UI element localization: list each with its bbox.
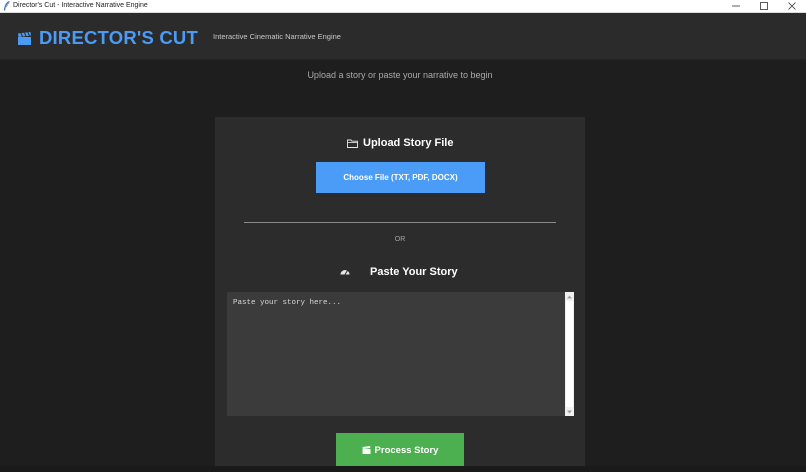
app-tagline: Interactive Cinematic Narrative Engine [213,32,341,41]
app-header: DIRECTOR'S CUT Interactive Cinematic Nar… [0,13,806,60]
divider [244,222,556,223]
page-subtitle: Upload a story or paste your narrative t… [307,70,493,80]
textarea-scrollbar[interactable] [565,292,574,416]
meter-icon [340,270,350,275]
scroll-up-arrow-icon [567,295,572,298]
app-feather-icon [3,1,10,11]
maximize-icon [760,2,768,10]
scroll-thumb[interactable] [566,301,573,407]
story-textarea-container [227,292,574,416]
close-icon [788,2,796,10]
minimize-icon [732,5,740,7]
clapperboard-icon [362,446,371,454]
story-textarea[interactable] [227,292,565,416]
scroll-down-button[interactable] [565,407,574,416]
clapperboard-icon [18,32,31,45]
minimize-button[interactable] [722,0,750,12]
app-brand: DIRECTOR'S CUT [39,27,198,48]
maximize-button[interactable] [750,0,778,12]
bottom-edge [0,466,806,472]
paste-heading: Paste Your Story [370,266,458,278]
close-button[interactable] [778,0,806,12]
story-input-card: Upload Story File Choose File (TXT, PDF,… [215,117,585,472]
choose-file-button[interactable]: Choose File (TXT, PDF, DOCX) [316,162,485,193]
process-story-button[interactable]: Process Story [336,433,464,467]
or-separator: OR [394,236,406,243]
folder-icon [347,139,358,148]
scroll-down-arrow-icon [567,410,572,413]
process-story-label: Process Story [374,444,439,456]
scroll-up-button[interactable] [565,292,574,301]
window-titlebar: Director's Cut - Interactive Narrative E… [0,0,806,13]
window-title: Director's Cut - Interactive Narrative E… [13,2,148,9]
upload-heading: Upload Story File [363,137,454,149]
